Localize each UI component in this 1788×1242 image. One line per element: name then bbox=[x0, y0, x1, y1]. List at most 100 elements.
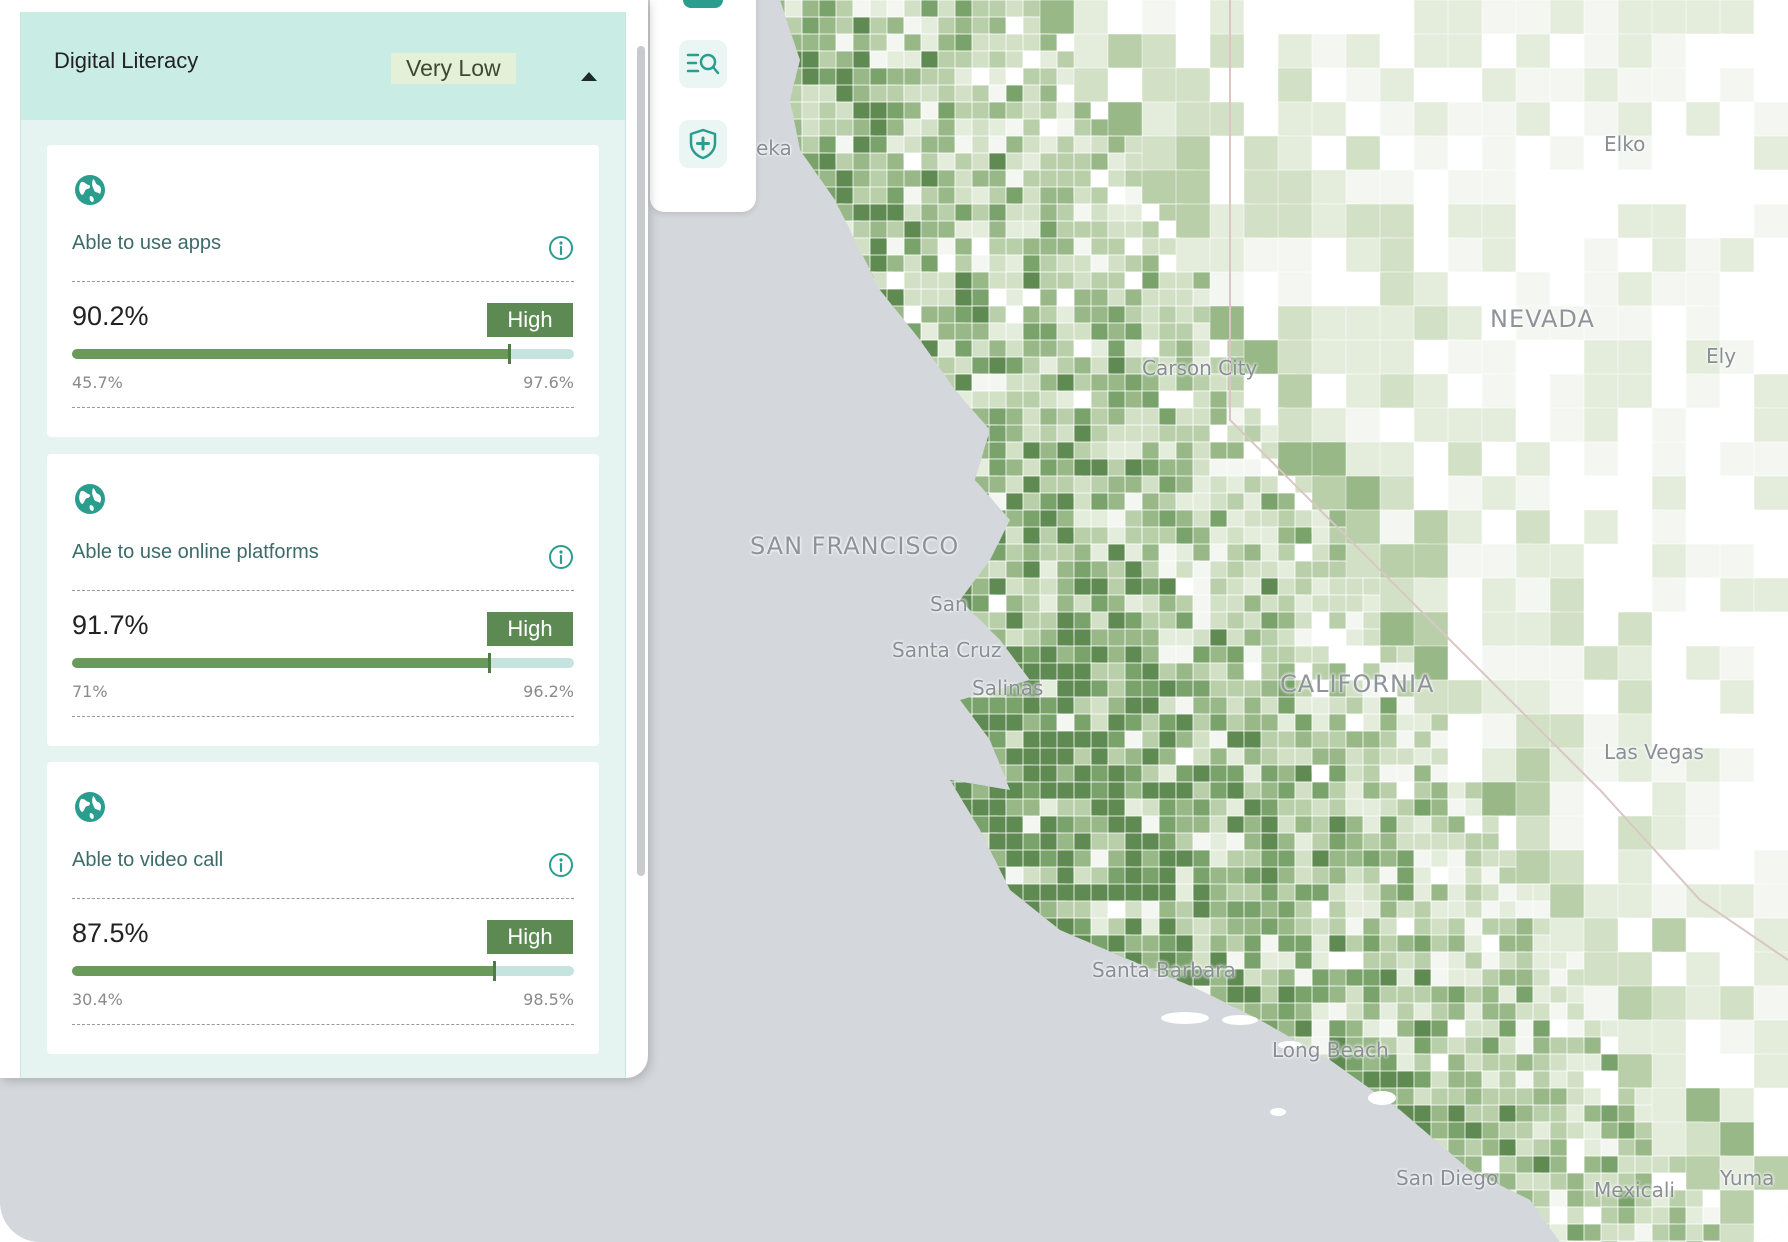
chevron-up-icon[interactable] bbox=[581, 72, 597, 81]
map-region bbox=[1124, 543, 1145, 562]
map-region bbox=[1073, 1155, 1097, 1183]
map-region bbox=[920, 713, 941, 736]
map-region bbox=[700, 765, 723, 792]
map-region bbox=[971, 373, 992, 393]
map-region bbox=[818, 67, 837, 87]
map-region bbox=[835, 662, 858, 687]
map-region bbox=[852, 1019, 874, 1041]
map-region bbox=[1260, 1206, 1286, 1228]
map-region bbox=[784, 424, 807, 448]
app-frame: eka Elko NEVADA Ely Carson City SAN FRAN… bbox=[0, 0, 1788, 1242]
map-region bbox=[1243, 1104, 1264, 1127]
map-region bbox=[920, 866, 946, 886]
map-region bbox=[835, 1223, 863, 1242]
map-region bbox=[835, 934, 859, 954]
map-region bbox=[852, 679, 872, 699]
map-region bbox=[1209, 1053, 1236, 1074]
map-region bbox=[1311, 1155, 1331, 1175]
map-region bbox=[1107, 594, 1127, 614]
map-region bbox=[937, 560, 965, 580]
map-region bbox=[1549, 169, 1588, 208]
map-region bbox=[835, 815, 862, 841]
map-region bbox=[1022, 1053, 1044, 1072]
map-region bbox=[734, 408, 755, 431]
map-region bbox=[1056, 713, 1076, 733]
map-region bbox=[751, 255, 774, 272]
map-region bbox=[1158, 1206, 1183, 1231]
map-region bbox=[1753, 101, 1788, 141]
map-region bbox=[920, 832, 945, 857]
map-region bbox=[835, 492, 860, 516]
map-region bbox=[954, 1206, 981, 1228]
map-region bbox=[852, 1206, 880, 1235]
map-region bbox=[869, 713, 888, 735]
map-region bbox=[818, 849, 842, 871]
map-region bbox=[717, 697, 738, 717]
map-region bbox=[988, 424, 1008, 444]
map-region bbox=[886, 1019, 908, 1048]
map-region bbox=[717, 340, 738, 358]
map-region bbox=[886, 322, 912, 349]
map-region bbox=[780, 900, 792, 925]
map-region bbox=[784, 407, 809, 432]
info-icon[interactable] bbox=[548, 852, 574, 878]
map-region bbox=[700, 833, 721, 851]
map-region bbox=[1753, 713, 1788, 753]
map-region bbox=[1260, 1172, 1281, 1193]
map-region bbox=[751, 493, 775, 516]
map-region bbox=[700, 612, 717, 634]
map-region bbox=[954, 441, 978, 465]
map-region bbox=[1107, 1087, 1134, 1107]
map-region bbox=[700, 323, 722, 345]
layers-button[interactable] bbox=[679, 0, 727, 20]
map-region bbox=[869, 1138, 888, 1165]
map-region bbox=[734, 646, 758, 668]
map-region bbox=[1107, 764, 1127, 785]
map-region bbox=[971, 1223, 1000, 1242]
map-region bbox=[1039, 1172, 1067, 1193]
section-header-digital-literacy[interactable]: Digital Literacy Very Low bbox=[21, 12, 625, 120]
map-region bbox=[1005, 917, 1032, 945]
map-region bbox=[1056, 560, 1076, 581]
map-region bbox=[734, 918, 751, 942]
map-region bbox=[937, 271, 958, 291]
map-region bbox=[751, 986, 775, 1012]
map-region bbox=[818, 1172, 838, 1201]
map-region bbox=[1685, 951, 1725, 989]
map-region bbox=[717, 731, 736, 758]
map-region bbox=[717, 425, 744, 444]
map-region bbox=[780, 662, 787, 687]
map-region bbox=[780, 458, 789, 485]
map-region bbox=[954, 832, 977, 853]
map-region bbox=[717, 476, 742, 499]
map-region bbox=[784, 747, 805, 767]
search-list-button[interactable] bbox=[679, 40, 727, 88]
map-region bbox=[1396, 951, 1417, 970]
map-region bbox=[801, 84, 821, 105]
map-region bbox=[818, 356, 840, 376]
map-label-carson-city: Carson City bbox=[1142, 356, 1258, 380]
map-region bbox=[784, 781, 811, 801]
map-region bbox=[801, 288, 822, 309]
map-region bbox=[1413, 1206, 1442, 1228]
map-region bbox=[1651, 849, 1688, 890]
map-region bbox=[780, 1189, 793, 1216]
map-region bbox=[1175, 1206, 1196, 1229]
map-region bbox=[886, 441, 913, 461]
map-region bbox=[954, 883, 978, 902]
map-region bbox=[717, 748, 735, 773]
map-region bbox=[1141, 1223, 1165, 1242]
map-region bbox=[1124, 1223, 1143, 1242]
map-region bbox=[920, 152, 941, 172]
map-region bbox=[784, 985, 803, 1005]
map-region bbox=[1175, 1172, 1202, 1197]
map-region bbox=[700, 510, 717, 532]
map-region bbox=[903, 781, 926, 809]
map-region bbox=[852, 1036, 874, 1059]
info-icon[interactable] bbox=[548, 235, 574, 261]
info-icon[interactable] bbox=[548, 544, 574, 570]
health-shield-button[interactable] bbox=[679, 120, 727, 168]
panel-scrollbar[interactable] bbox=[637, 46, 645, 876]
map-region bbox=[717, 391, 738, 415]
map-region bbox=[954, 1155, 982, 1184]
